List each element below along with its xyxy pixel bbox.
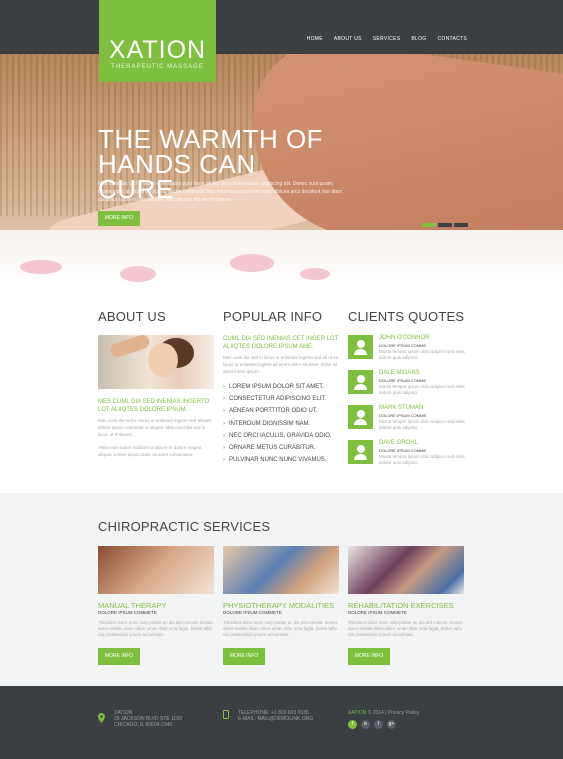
footer-copyright: XATION © 2014 | Privacy Policy (348, 710, 419, 716)
footer-address: XATION 28 JACKSON BLVD STE 1020 CHICAGO,… (114, 710, 182, 728)
about-image-hand (108, 335, 152, 359)
list-item[interactable]: › PULVINAR NUNC NUNC VIVAMUS. (223, 454, 332, 466)
quote-text: Musta tempor ipsum dolo adipisci sed eli… (379, 384, 465, 395)
about-highlight: MES CUML DIA SED INENIAS INGERTO LOT ALI… (98, 399, 210, 413)
service-more-info-button[interactable]: MORE INFO (223, 648, 265, 665)
footer (0, 686, 563, 759)
list-item[interactable]: › CONSECTETUR ADIPISCING ELIT. (223, 393, 332, 405)
twitter-icon[interactable]: t (374, 720, 383, 729)
hero-more-info-button[interactable]: MORE INFO (98, 211, 140, 226)
chevron-right-icon: › (223, 408, 225, 415)
services-title: CHIROPRACTIC SERVICES (98, 519, 271, 534)
service-title[interactable]: MANUAL THERAPY (98, 601, 166, 610)
petal-decoration (300, 268, 330, 280)
service-text: Tincidunt dolor nunc vulp putate ac dis … (223, 620, 338, 637)
slider-dot-3[interactable] (454, 223, 468, 227)
list-item[interactable]: › NEC ORCI IACULIS, GRAVIDA ODIO. (223, 430, 332, 442)
quote-item: MARK STUMAN DOLORE IPSUM COMME Musta tem… (348, 405, 468, 435)
rss-icon[interactable]: ʀ (361, 720, 370, 729)
user-icon (348, 405, 373, 429)
chevron-right-icon: › (223, 396, 225, 403)
slider-pagination (422, 223, 468, 227)
chevron-right-icon: › (223, 384, 225, 390)
user-icon (348, 440, 373, 464)
footer-email[interactable]: E-MAIL: MAIL@DEMOLINK.ORG (238, 716, 313, 722)
nav-about-us[interactable]: ABOUT US (334, 36, 362, 42)
quote-item: DAVE GROHL DOLORE IPSUM COMME Musta temp… (348, 440, 468, 470)
popular-list: › LOREM IPSUM DOLOR SIT AMET. › CONSECTETU… (223, 381, 332, 466)
nav-services[interactable]: SERVICES (373, 36, 401, 42)
hero-towel-image (0, 230, 563, 286)
service-more-info-button[interactable]: MORE INFO (348, 648, 390, 665)
footer-contact: TELEPHONE: +1 800 603 6035 E-MAIL: MAIL@… (238, 710, 313, 722)
logo[interactable]: XATION THERAPEUTIC MASSAGE (99, 0, 216, 82)
quotes-title: CLIENTS QUOTES (348, 309, 465, 324)
service-title[interactable]: PHYSIOTHERAPY MODALITIES (223, 601, 334, 610)
chevron-right-icon: › (223, 432, 225, 439)
footer-address-line3: CHICAGO, IL 60604-2340 (114, 722, 173, 728)
quote-role: DOLORE IPSUM COMME (379, 343, 427, 348)
service-text: Tincidunt dolor nunc vulp putate ac dis … (348, 620, 463, 637)
service-subtitle: DOLORE IPSUM COMMETE (98, 610, 157, 615)
social-links: f ʀ t g+ (348, 720, 396, 729)
service-title[interactable]: REHABILITATION EXERCISES (348, 601, 454, 610)
list-item[interactable]: › ORNARE METUS CURABITUR. (223, 442, 332, 454)
service-image-rehabilitation (348, 546, 464, 594)
chevron-right-icon: › (223, 420, 225, 427)
service-subtitle: DOLORE IPSUM COMMETE (223, 610, 282, 615)
chevron-right-icon: › (223, 457, 225, 464)
service-image-physiotherapy (223, 546, 339, 594)
about-text-2: Velite eum lauter mdidunt ut labore et d… (98, 445, 202, 457)
popular-text: Mes cuml dia sed in lacus ut enlasant in… (223, 355, 339, 374)
logo-title: XATION (108, 36, 207, 64)
user-icon (348, 335, 373, 359)
quote-role: DOLORE IPSUM COMME (379, 378, 427, 383)
top-bar (0, 0, 563, 54)
quote-item: DALE MIDANS DOLORE IPSUM COMME Musta tem… (348, 370, 468, 400)
popular-title: POPULAR INFO (223, 309, 323, 324)
quote-name[interactable]: JOHN O'CONNOR (379, 335, 429, 341)
quote-text: Musta tempor ipsum dolo adipisci sed eli… (379, 454, 465, 465)
chevron-right-icon: › (223, 444, 225, 451)
about-title: ABOUT US (98, 309, 166, 324)
nav-contacts[interactable]: CONTACTS (437, 36, 467, 42)
slider-dot-2[interactable] (438, 223, 452, 227)
nav-home[interactable]: HOME (307, 36, 323, 42)
petal-decoration (20, 260, 62, 274)
google-plus-icon[interactable]: g+ (387, 720, 396, 729)
petal-decoration (120, 266, 156, 282)
service-subtitle: DOLORE IPSUM COMMETE (348, 610, 407, 615)
about-text-1: Mes cuml dia sed in lacus ut enlasant in… (98, 418, 212, 437)
about-image-face (148, 343, 178, 377)
quote-role: DOLORE IPSUM COMME (379, 413, 427, 418)
hero-text: Mes cumi dia sed in lacus ut enlasant eg… (98, 181, 343, 203)
quote-name[interactable]: MARK STUMAN (379, 405, 423, 411)
location-pin-icon (98, 710, 105, 723)
popular-highlight: CUML DIA SED INENIAS CET INGER LOT ALIIQ… (223, 336, 339, 350)
list-item[interactable]: › LOREM IPSUM DOLOR SIT AMET. (223, 381, 332, 393)
quote-text: Musta tempor ipsum dolo adipisci sed eli… (379, 419, 465, 430)
quote-name[interactable]: DALE MIDANS (379, 370, 420, 376)
nav-blog[interactable]: BLOG (411, 36, 426, 42)
quote-name[interactable]: DAVE GROHL (379, 440, 418, 446)
footer-copyright-text[interactable]: © 2014 | Privacy Policy (368, 710, 419, 716)
slider-dot-1[interactable] (422, 223, 436, 227)
service-image-manual-therapy (98, 546, 214, 594)
petal-decoration (230, 254, 274, 272)
facebook-icon[interactable]: f (348, 720, 357, 729)
quote-role: DOLORE IPSUM COMME (379, 448, 427, 453)
footer-copyright-brand: XATION (348, 710, 367, 716)
quote-item: JOHN O'CONNOR DOLORE IPSUM COMME Musta t… (348, 335, 468, 365)
quote-text: Musta tempor ipsum dolo adipisci sed eli… (379, 349, 465, 360)
main-nav: HOME ABOUT US SERVICES BLOG CONTACTS (307, 36, 467, 42)
list-item[interactable]: › AENEAN PORTTITOR ODIO UT. (223, 405, 332, 417)
list-item[interactable]: › INTERDUM DIGNISSIM NAM. (223, 418, 332, 430)
service-more-info-button[interactable]: MORE INFO (98, 648, 140, 665)
user-icon (348, 370, 373, 394)
about-image (98, 335, 214, 389)
logo-tagline: THERAPEUTIC MASSAGE (111, 64, 204, 70)
phone-icon (223, 710, 229, 719)
service-text: Tincidunt dolor nunc vulp putate ac dis … (98, 620, 213, 637)
